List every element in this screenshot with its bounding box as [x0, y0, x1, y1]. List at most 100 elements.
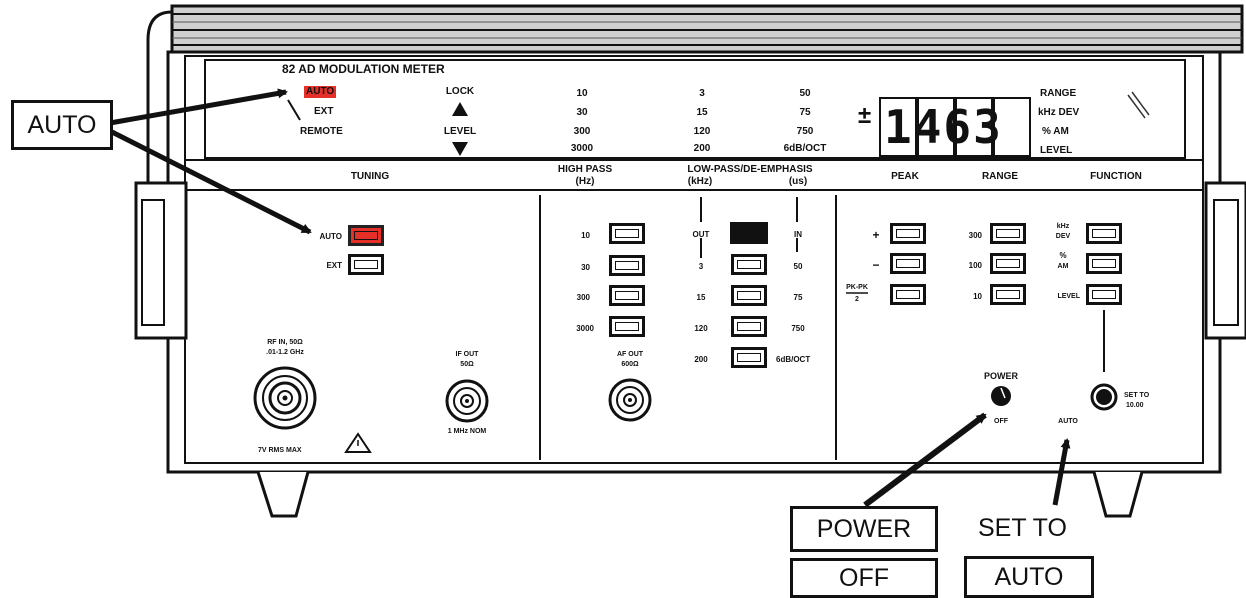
rf-in-connector — [255, 368, 315, 428]
display-col1-2: 300 — [573, 126, 591, 137]
display-col2-0: 3 — [699, 88, 705, 99]
peak-minus-button[interactable] — [890, 253, 926, 274]
set-to-auto-label: AUTO — [1058, 418, 1078, 425]
high-pass-label-30: 30 — [581, 263, 590, 272]
section-low-pass-unit-us: (us) — [788, 176, 808, 187]
meter-title: 82 AD MODULATION METER — [282, 62, 445, 76]
low-pass-left-120: 120 — [694, 324, 708, 333]
range-10-button[interactable] — [990, 284, 1026, 305]
low-pass-out-label: OUT — [692, 230, 710, 239]
display-col3-0: 50 — [799, 88, 811, 99]
function-level-label: LEVEL — [1057, 293, 1080, 300]
if-out-label-2: 50Ω — [460, 361, 474, 368]
power-arrow — [863, 412, 987, 508]
high-pass-300-button[interactable] — [609, 285, 645, 306]
range-10-label: 10 — [973, 292, 982, 301]
auto-arrow-display — [109, 88, 288, 126]
low-pass-right-50: 50 — [793, 262, 803, 271]
display-col3-2: 750 — [796, 126, 814, 137]
function-pct-label: % — [1059, 251, 1067, 260]
high-pass-30-button[interactable] — [609, 255, 645, 276]
range-100-label: 100 — [968, 261, 982, 270]
peak-pkpk-button[interactable] — [890, 284, 926, 305]
rf-in-label-2: .01-1.2 GHz — [266, 349, 304, 356]
low-pass-right-75: 75 — [793, 293, 803, 302]
display-col2-1: 15 — [696, 107, 708, 118]
display-level-label: LEVEL — [443, 126, 477, 137]
display-col3-1: 75 — [799, 107, 811, 118]
display-sign: ± — [858, 102, 872, 129]
display-mode-ext: EXT — [314, 106, 334, 117]
function-dev-label: DEV — [1055, 233, 1071, 240]
low-pass-in-label: IN — [794, 230, 802, 239]
low-pass-left-200: 200 — [694, 355, 708, 364]
function-am-label: AM — [1057, 263, 1069, 270]
low-pass-out-button[interactable] — [730, 222, 768, 244]
high-pass-label-3000: 3000 — [576, 324, 594, 333]
set-to-arrow — [1052, 438, 1071, 506]
display-mode-auto: AUTO — [304, 86, 337, 98]
display-mode-remote: REMOTE — [300, 126, 343, 137]
display-col3-3: 6dB/OCT — [783, 143, 827, 154]
af-out-label-2: 600Ω — [621, 361, 639, 368]
function-level-button[interactable] — [1086, 284, 1122, 305]
section-low-pass-unit-khz: (kHz) — [687, 176, 713, 187]
section-peak: PEAK — [891, 171, 919, 182]
low-pass-15-button[interactable] — [731, 285, 767, 306]
display-col1-0: 10 — [576, 88, 588, 99]
section-low-pass: LOW-PASS/DE-EMPHASIS — [687, 164, 813, 175]
low-pass-left-15: 15 — [696, 293, 706, 302]
section-tuning: TUNING — [350, 171, 390, 182]
low-pass-120-button[interactable] — [731, 316, 767, 337]
tuning-auto-button[interactable] — [348, 225, 384, 246]
high-pass-label-10: 10 — [581, 231, 590, 240]
high-pass-label-300: 300 — [576, 293, 590, 302]
tuning-ext-button[interactable] — [348, 254, 384, 275]
callout-set-to: SET TO — [978, 514, 1067, 542]
function-am-button[interactable] — [1086, 253, 1122, 274]
display-col1-1: 30 — [576, 107, 588, 118]
section-function: FUNCTION — [1090, 171, 1142, 182]
peak-pkpk-top-label: PK-PK — [846, 284, 868, 291]
rf-max-label: 7V RMS MAX — [258, 447, 302, 454]
display-unit-level: LEVEL — [1040, 145, 1073, 156]
peak-plus-button[interactable] — [890, 223, 926, 244]
peak-minus-label: − — [872, 258, 880, 272]
set-to-knob[interactable] — [1090, 383, 1118, 411]
display-lock-label: LOCK — [445, 86, 475, 97]
function-khz-dev-button[interactable] — [1086, 223, 1122, 244]
set-to-label-1: SET TO — [1124, 392, 1150, 399]
auto-arrow-tuning — [110, 129, 312, 235]
low-pass-left-3: 3 — [698, 262, 704, 271]
high-pass-10-button[interactable] — [609, 223, 645, 244]
af-out-connector — [610, 380, 650, 420]
section-high-pass-unit: (Hz) — [575, 176, 595, 187]
if-out-label-3: 1 MHz NOM — [447, 428, 487, 435]
if-out-label-1: IF OUT — [455, 351, 479, 358]
high-pass-3000-button[interactable] — [609, 316, 645, 337]
power-knob[interactable] — [989, 384, 1013, 408]
function-khz-label: kHz — [1056, 223, 1070, 230]
range-300-button[interactable] — [990, 223, 1026, 244]
display-col2-3: 200 — [693, 143, 711, 154]
warning-icon — [344, 432, 372, 454]
low-pass-right-6db: 6dB/OCT — [776, 355, 811, 364]
display-unit-khz-dev: kHz DEV — [1038, 107, 1080, 118]
tuning-ext-label: EXT — [326, 261, 342, 270]
display-unit-range: RANGE — [1040, 88, 1077, 99]
callout-off: OFF — [790, 558, 938, 598]
power-off-label: OFF — [994, 418, 1008, 425]
low-pass-200-button[interactable] — [731, 347, 767, 368]
display-readout: 1463 — [884, 100, 1003, 154]
display-col1-3: 3000 — [570, 143, 594, 154]
section-high-pass: HIGH PASS — [557, 164, 613, 175]
callout-auto: AUTO — [11, 100, 113, 150]
callout-power: POWER — [790, 506, 938, 552]
low-pass-3-button[interactable] — [731, 254, 767, 275]
section-range: RANGE — [981, 171, 1019, 182]
set-to-label-2: 10.00 — [1126, 402, 1144, 409]
range-100-button[interactable] — [990, 253, 1026, 274]
rf-in-label-1: RF IN, 50Ω — [267, 339, 303, 346]
af-out-label-1: AF OUT — [616, 351, 644, 358]
if-out-connector — [447, 381, 487, 421]
